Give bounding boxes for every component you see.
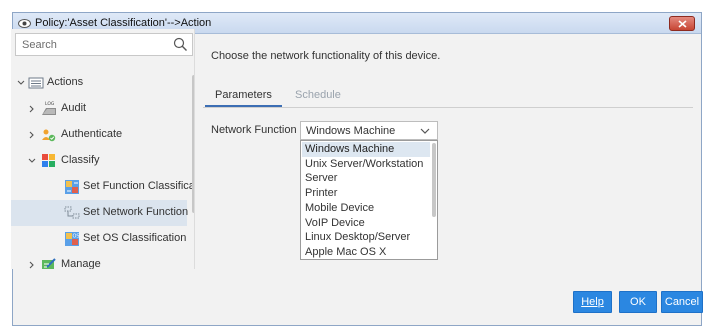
tab-schedule[interactable]: Schedule <box>295 89 341 101</box>
chevron-down-icon[interactable] <box>27 156 37 166</box>
svg-text:LOG: LOG <box>45 101 55 107</box>
window-title: Policy:'Asset Classification'-->Action <box>35 17 212 29</box>
network-function-label: Network Function <box>211 124 297 136</box>
tree-item-label: Actions <box>47 76 84 88</box>
color-grid-icon <box>42 154 55 167</box>
cancel-button[interactable]: Cancel <box>661 291 703 313</box>
dropdown-option[interactable]: Unix Server/Workstation <box>302 157 430 172</box>
network-function-select[interactable]: Windows Machine <box>300 121 438 140</box>
chevron-down-icon <box>420 128 430 134</box>
help-button[interactable]: Help <box>573 291 612 313</box>
chevron-down-icon[interactable] <box>16 78 26 88</box>
os-classification-icon: OS <box>65 232 80 246</box>
dropdown-option[interactable]: Server <box>302 171 430 186</box>
tree-item-label: Set OS Classification <box>83 232 187 244</box>
network-function-dropdown-list: Windows Machine Unix Server/Workstation … <box>300 140 438 260</box>
svg-text:OS: OS <box>73 234 80 240</box>
classification-icon <box>65 180 79 194</box>
tree-item-label: Set Network Function <box>83 206 189 218</box>
chevron-right-icon[interactable] <box>27 260 37 269</box>
tree-item-label: Audit <box>61 102 87 114</box>
tree-item-classify[interactable]: Classify <box>11 148 187 174</box>
tree-item-manage[interactable]: Manage <box>11 252 187 269</box>
tree-item-actions[interactable]: Actions <box>11 70 187 96</box>
network-function-icon <box>64 206 80 219</box>
action-description: Choose the network functionality of this… <box>211 50 441 62</box>
action-tree-sidebar: Search Actions LOG Audit Authenticate Cl… <box>11 29 195 269</box>
dropdown-option[interactable]: VoIP Device <box>302 216 430 231</box>
tree-item-label: Authenticate <box>61 128 123 140</box>
chevron-right-icon[interactable] <box>27 130 37 140</box>
tree-item-set-network-function[interactable]: Set Network Function <box>11 200 189 226</box>
tab-strip: Parameters Schedule <box>203 86 693 108</box>
close-icon <box>678 20 687 28</box>
tree-item-set-os-classification[interactable]: OS Set OS Classification <box>11 226 187 252</box>
search-icon[interactable] <box>173 37 188 52</box>
tree-item-authenticate[interactable]: Authenticate <box>11 122 187 148</box>
manage-icon <box>42 258 56 269</box>
network-function-selected-value: Windows Machine <box>306 125 396 137</box>
help-button-label: Help <box>581 296 604 308</box>
dropdown-option[interactable]: Printer <box>302 186 430 201</box>
list-icon <box>28 77 44 89</box>
tree-item-label: Set Function Classificat <box>83 180 195 192</box>
chevron-right-icon[interactable] <box>27 104 37 114</box>
dropdown-option[interactable]: Windows Machine <box>302 142 430 157</box>
tab-parameters[interactable]: Parameters <box>205 89 282 107</box>
dropdown-option[interactable]: Apple Mac OS X <box>302 245 430 259</box>
search-placeholder: Search <box>22 39 57 51</box>
dropdown-scrollbar[interactable] <box>432 143 436 217</box>
tree-item-set-function-classification[interactable]: Set Function Classificat <box>11 174 194 200</box>
ok-button[interactable]: OK <box>619 291 657 313</box>
log-icon: LOG <box>42 101 56 115</box>
dropdown-option[interactable]: Mobile Device <box>302 201 430 216</box>
dropdown-option[interactable]: Linux Desktop/Server <box>302 230 430 245</box>
users-check-icon <box>42 129 56 142</box>
close-button[interactable] <box>669 16 695 31</box>
search-input[interactable]: Search <box>15 33 193 56</box>
sidebar-vertical-scrollbar[interactable] <box>192 75 194 213</box>
tree-item-label: Manage <box>61 258 101 269</box>
tree-item-audit[interactable]: LOG Audit <box>11 96 187 122</box>
tree-item-label: Classify <box>61 154 100 166</box>
